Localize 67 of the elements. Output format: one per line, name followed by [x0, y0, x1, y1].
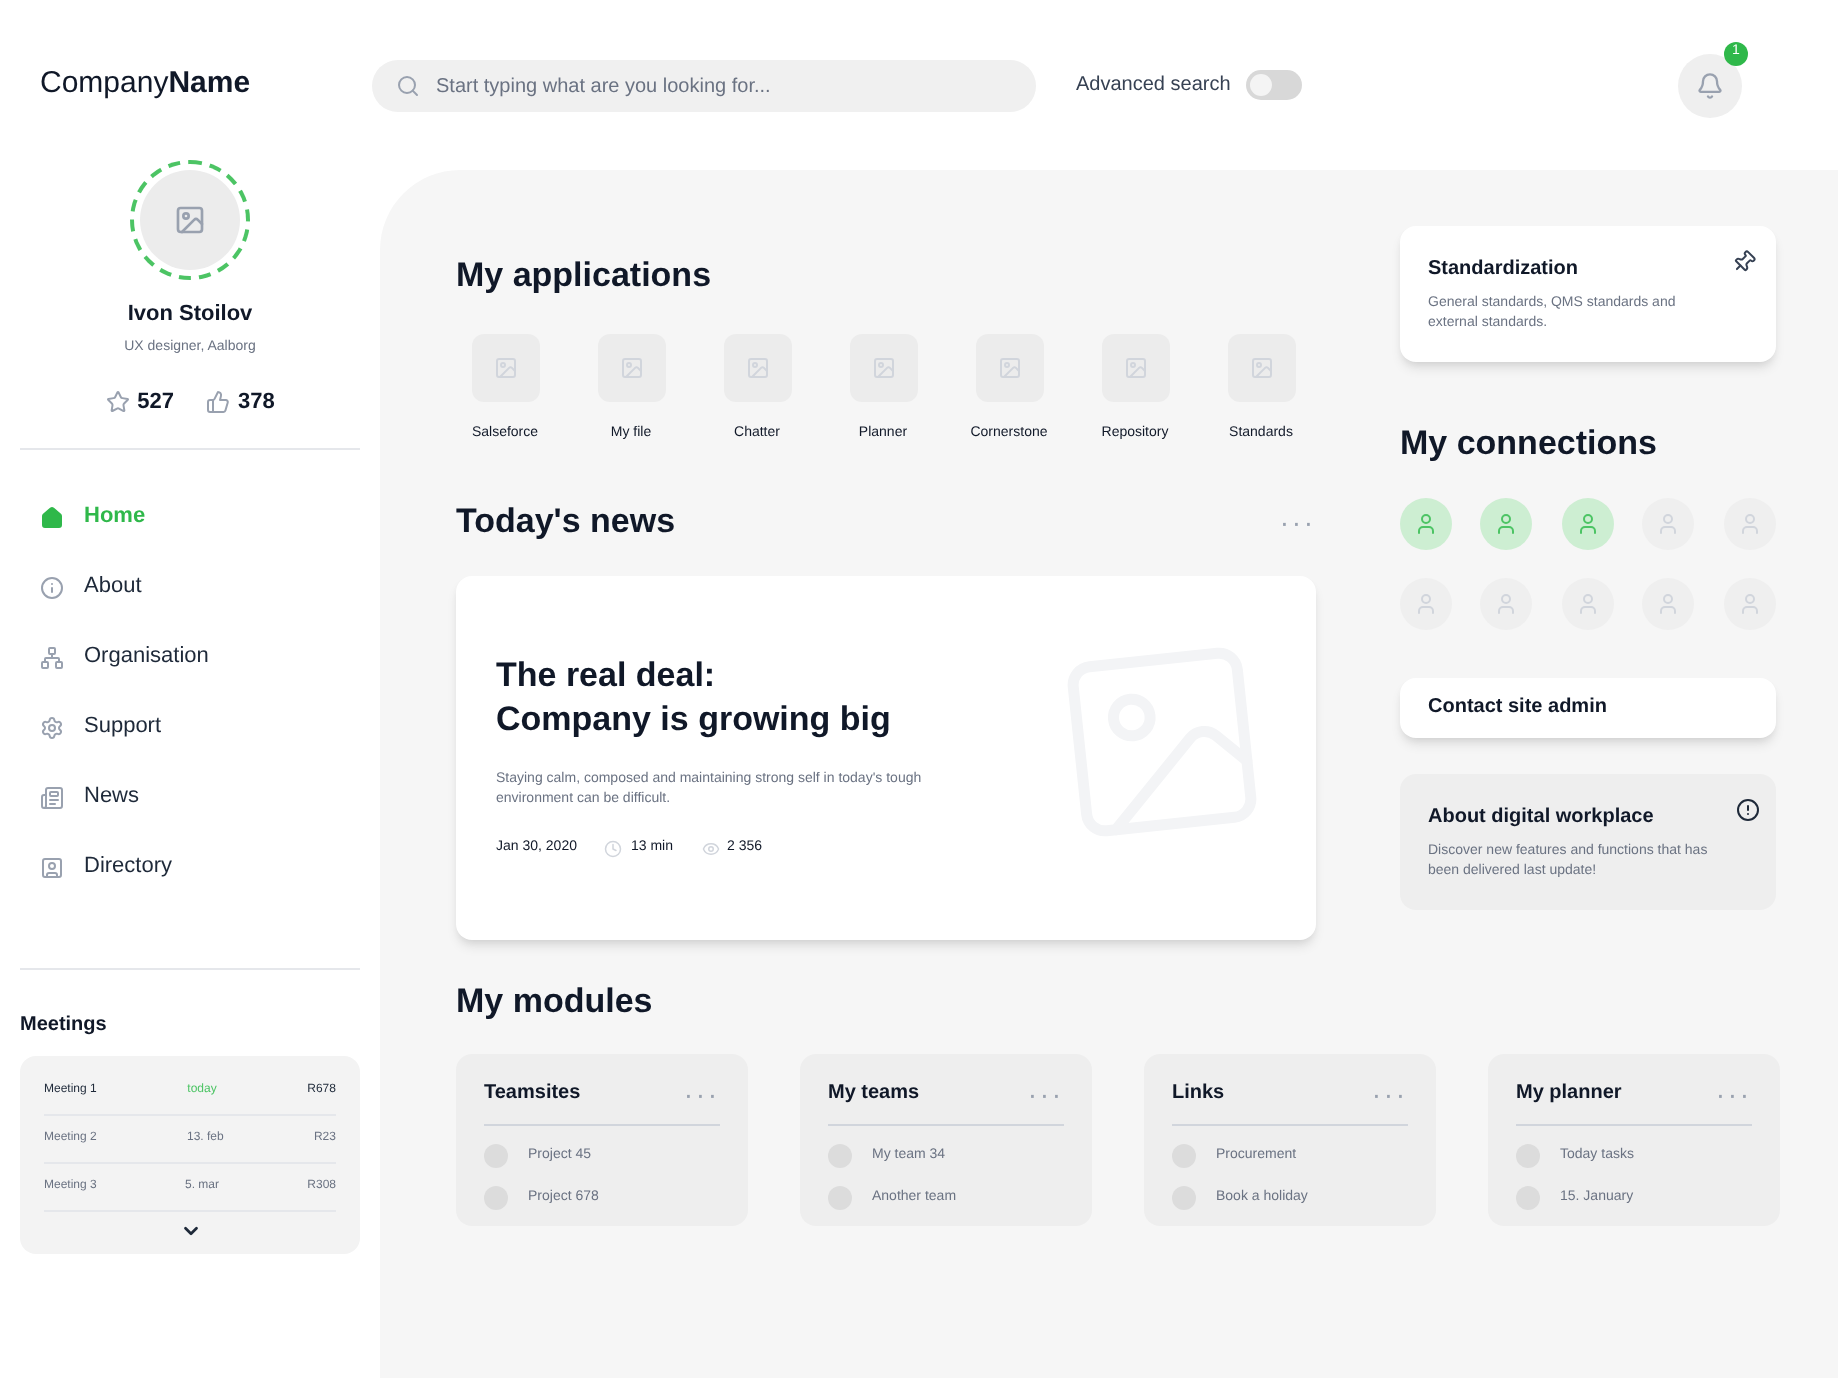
search-field[interactable]: Start typing what are you looking for...	[372, 60, 1036, 112]
gear-icon	[40, 715, 64, 739]
info-icon	[40, 575, 64, 599]
nav-item[interactable]: Support	[40, 707, 380, 747]
image-icon	[1123, 355, 1147, 379]
connection-avatar[interactable]	[1723, 577, 1776, 629]
company-logo: CompanyName	[38, 64, 253, 105]
image-icon	[493, 355, 517, 379]
profile-name: Ivon Stoilov	[127, 300, 253, 330]
connection-avatar[interactable]	[1480, 497, 1533, 549]
person-icon	[1656, 591, 1681, 615]
connection-avatar[interactable]	[1642, 577, 1695, 629]
home-icon	[40, 505, 64, 529]
contact-card-icon	[40, 855, 64, 879]
module-title: Links	[1172, 1080, 1225, 1108]
person-icon	[1414, 511, 1438, 535]
advanced-search-toggle[interactable]	[1246, 70, 1303, 100]
connection-avatar[interactable]	[1561, 497, 1614, 549]
contact-admin-button[interactable]: Contact site admin	[1400, 677, 1776, 737]
person-icon	[1575, 511, 1600, 535]
nav-item[interactable]: About	[40, 567, 380, 607]
section-title: My applications	[456, 254, 714, 298]
advanced-search-label: Advanced search	[1076, 72, 1231, 100]
card-title: Standardization	[1428, 256, 1581, 284]
section-title: Today's news	[456, 500, 676, 544]
info-icon	[1736, 797, 1760, 821]
module-title: Teamsites	[484, 1080, 581, 1108]
person-icon	[1494, 511, 1519, 535]
connection-avatar[interactable]	[1400, 497, 1452, 549]
clock-icon	[604, 840, 623, 858]
meetings-title: Meetings	[18, 1011, 109, 1039]
person-icon	[1656, 511, 1681, 535]
thumbs-up-icon	[206, 390, 230, 415]
newspaper-icon	[40, 785, 64, 809]
person-icon	[1737, 591, 1762, 615]
news-headline: The real deal: Company is growing big	[496, 654, 893, 743]
module-title: My planner	[1516, 1080, 1622, 1108]
person-icon	[1494, 591, 1519, 615]
bell-icon	[1696, 71, 1724, 99]
like-count: 378	[238, 388, 275, 418]
section-title: My modules	[456, 979, 655, 1023]
star-icon	[105, 390, 130, 415]
image-icon	[871, 355, 895, 379]
image-icon	[174, 204, 206, 236]
image-icon	[745, 355, 769, 379]
person-icon	[1414, 591, 1438, 615]
search-icon	[396, 73, 420, 97]
connection-avatar[interactable]	[1480, 577, 1533, 629]
image-icon	[997, 355, 1021, 379]
module-title: My teams	[828, 1080, 920, 1108]
eye-icon	[701, 840, 719, 858]
star-count: 527	[137, 388, 174, 418]
card-title: About digital workplace	[1428, 803, 1654, 831]
person-icon	[1575, 591, 1600, 615]
connection-avatar[interactable]	[1642, 497, 1695, 549]
connection-avatar[interactable]	[1400, 577, 1452, 629]
image-icon	[619, 355, 643, 379]
nav-item[interactable]: Directory	[40, 847, 380, 887]
notification-button[interactable]	[1678, 53, 1742, 117]
nav-item[interactable]: News	[40, 777, 380, 817]
hierarchy-icon	[40, 645, 64, 669]
nav-item[interactable]: Organisation	[40, 637, 380, 677]
connection-avatar[interactable]	[1723, 497, 1776, 549]
person-icon	[1737, 511, 1762, 535]
section-title: My connections	[1400, 422, 1659, 466]
image-icon	[1249, 355, 1273, 379]
connection-avatar[interactable]	[1561, 577, 1614, 629]
